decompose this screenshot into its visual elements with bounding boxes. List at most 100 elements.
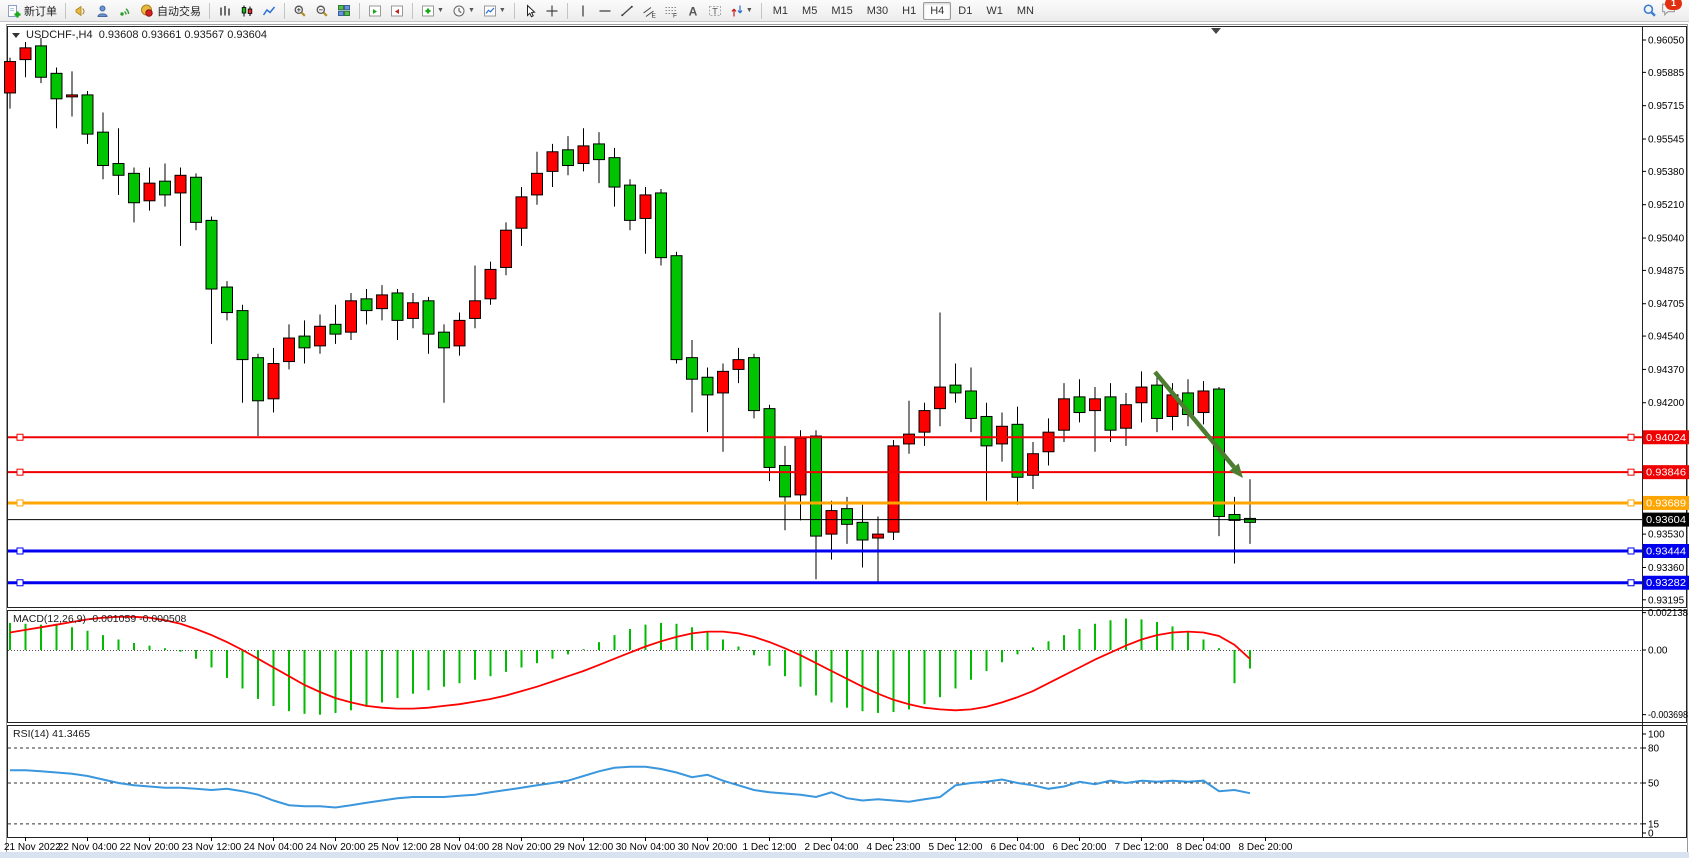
line-chart-button[interactable] <box>258 0 280 22</box>
zoom-in-button[interactable] <box>289 0 311 22</box>
line-handle[interactable] <box>1628 580 1634 586</box>
timeframe-m15-button[interactable]: M15 <box>824 2 859 20</box>
candle-body <box>1074 397 1085 413</box>
templates-button[interactable]: ▼ <box>479 0 510 22</box>
line-handle[interactable] <box>1628 469 1634 475</box>
rsi-value: 41.3465 <box>52 728 90 740</box>
line-handle[interactable] <box>17 500 23 506</box>
candle-body <box>423 301 434 334</box>
rsi-name: RSI(14) <box>13 728 49 740</box>
notification-badge: 1 <box>1665 0 1682 10</box>
timeframe-mn-button[interactable]: MN <box>1010 2 1041 20</box>
timeframe-m5-button[interactable]: M5 <box>795 2 824 20</box>
line-handle[interactable] <box>1628 500 1634 506</box>
line-handle[interactable] <box>17 469 23 475</box>
candle-body <box>826 511 837 535</box>
timeframe-m30-button[interactable]: M30 <box>860 2 895 20</box>
candle-body <box>594 144 605 160</box>
candle-body <box>392 293 403 320</box>
svg-text:5 Dec 12:00: 5 Dec 12:00 <box>929 842 983 853</box>
candle-body <box>20 48 31 60</box>
svg-text:0.93360: 0.93360 <box>1648 563 1685 574</box>
line-handle[interactable] <box>1628 548 1634 554</box>
channel-button[interactable]: E <box>638 0 660 22</box>
toolbar-separator <box>359 3 360 19</box>
candle-body <box>904 434 915 444</box>
candle-body <box>1043 432 1054 452</box>
svg-text:0.95715: 0.95715 <box>1648 101 1685 112</box>
candle-body <box>191 177 202 222</box>
candle-body <box>361 299 372 311</box>
new-order-button[interactable]: 新订单 <box>3 0 61 22</box>
clock-icon <box>452 4 466 18</box>
svg-text:7 Dec 12:00: 7 Dec 12:00 <box>1115 842 1169 853</box>
channel-icon: E <box>642 4 656 18</box>
chart-shift-button[interactable] <box>386 0 408 22</box>
text-button[interactable]: A <box>682 0 704 22</box>
toolbar-separator <box>514 3 515 19</box>
tile-windows-button[interactable] <box>333 0 355 22</box>
svg-text:8 Dec 04:00: 8 Dec 04:00 <box>1177 842 1231 853</box>
candle-body <box>950 385 961 393</box>
svg-text:0.002138: 0.002138 <box>1648 608 1688 619</box>
chat-button[interactable]: 1 <box>1661 1 1676 21</box>
search-button[interactable] <box>1638 0 1661 22</box>
toolbar-separator <box>65 3 66 19</box>
crosshair-button[interactable] <box>541 0 563 22</box>
auto-scroll-button[interactable] <box>364 0 386 22</box>
fibonacci-button[interactable]: F <box>660 0 682 22</box>
candle-body <box>640 195 651 219</box>
new-order-button-label: 新订单 <box>24 3 57 19</box>
zoom-out-button[interactable] <box>311 0 333 22</box>
timeframe-h1-button[interactable]: H1 <box>895 2 923 20</box>
svg-text:24 Nov 04:00: 24 Nov 04:00 <box>244 842 304 853</box>
candle-body <box>532 173 543 195</box>
arrows-button[interactable]: ▼ <box>726 0 757 22</box>
periods-button[interactable]: ▼ <box>448 0 479 22</box>
crosshair-icon <box>545 4 559 18</box>
svg-text:0.94705: 0.94705 <box>1648 299 1685 310</box>
line-handle[interactable] <box>17 548 23 554</box>
signals-button[interactable] <box>114 0 136 22</box>
label-button[interactable]: T <box>704 0 726 22</box>
candle-body <box>144 183 155 201</box>
svg-text:A: A <box>688 4 697 18</box>
line-handle[interactable] <box>1628 434 1634 440</box>
svg-text:100: 100 <box>1648 730 1665 741</box>
collapse-chart-icon[interactable] <box>12 33 20 38</box>
timeframe-m1-button[interactable]: M1 <box>766 2 795 20</box>
hline-button[interactable] <box>594 0 616 22</box>
svg-text:0.00: 0.00 <box>1648 646 1668 657</box>
line-handle[interactable] <box>17 580 23 586</box>
candle-body <box>857 522 868 540</box>
line-handle[interactable] <box>17 434 23 440</box>
cursor-icon <box>523 4 537 18</box>
svg-text:28 Nov 20:00: 28 Nov 20:00 <box>492 842 552 853</box>
vline-icon <box>576 4 590 18</box>
svg-text:6 Dec 04:00: 6 Dec 04:00 <box>991 842 1045 853</box>
bar-chart-button[interactable] <box>214 0 236 22</box>
community-button[interactable] <box>92 0 114 22</box>
cursor-button[interactable] <box>519 0 541 22</box>
candle-chart-button[interactable] <box>236 0 258 22</box>
timeframe-w1-button[interactable]: W1 <box>979 2 1010 20</box>
timeframe-h4-button[interactable]: H4 <box>923 2 951 20</box>
trendline-button[interactable] <box>616 0 638 22</box>
vline-button[interactable] <box>572 0 594 22</box>
svg-text:0.93530: 0.93530 <box>1648 530 1685 541</box>
zoomin-icon <box>293 4 307 18</box>
timeframe-d1-button[interactable]: D1 <box>951 2 979 20</box>
svg-text:30 Nov 20:00: 30 Nov 20:00 <box>678 842 738 853</box>
person-icon <box>96 4 110 18</box>
autotrade-button[interactable]: 自动交易 <box>136 0 205 22</box>
svg-text:2 Dec 04:00: 2 Dec 04:00 <box>805 842 859 853</box>
chart-header: USDCHF-,H4 0.93608 0.93661 0.93567 0.936… <box>12 29 267 41</box>
macd-name: MACD(12,26,9) <box>13 613 86 625</box>
sounds-button[interactable] <box>70 0 92 22</box>
svg-text:6 Dec 20:00: 6 Dec 20:00 <box>1053 842 1107 853</box>
candle-body <box>129 173 140 202</box>
candle-body <box>656 193 667 258</box>
chart-symbol-title: USDCHF-,H4 <box>26 29 93 41</box>
indicators-button[interactable]: ▼ <box>417 0 448 22</box>
svg-text:24 Nov 20:00: 24 Nov 20:00 <box>306 842 366 853</box>
